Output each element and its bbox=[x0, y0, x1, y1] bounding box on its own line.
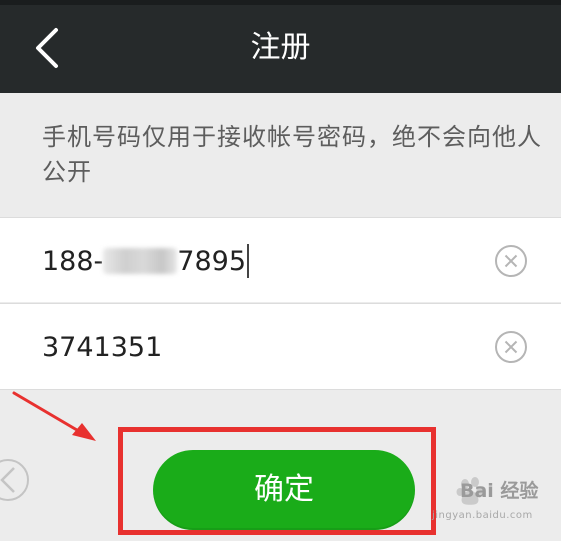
confirm-button[interactable]: 确定 bbox=[153, 450, 415, 530]
watermark-url: jingyan.baidu.com bbox=[432, 510, 533, 521]
text-cursor bbox=[247, 243, 249, 278]
side-back-circle-icon[interactable] bbox=[0, 455, 32, 505]
clear-phone-icon[interactable] bbox=[494, 244, 528, 278]
watermark-brand: Bai 经验 bbox=[460, 480, 539, 502]
phone-field[interactable]: 188- 7895 bbox=[0, 217, 561, 302]
code-value[interactable]: 3741351 bbox=[42, 304, 162, 389]
privacy-notice: 手机号码仅用于接收帐号密码，绝不会向他人公开 bbox=[42, 123, 542, 186]
clear-code-icon[interactable] bbox=[494, 330, 528, 364]
title-bar: 注册 bbox=[0, 0, 561, 93]
phone-redaction bbox=[103, 247, 178, 274]
annotation-arrow-icon bbox=[12, 391, 96, 441]
phone-prefix: 188- bbox=[42, 246, 104, 277]
phone-suffix: 7895 bbox=[177, 246, 246, 277]
phone-value[interactable]: 188- 7895 bbox=[42, 218, 249, 303]
code-field[interactable]: 3741351 bbox=[0, 303, 561, 390]
page-title: 注册 bbox=[250, 30, 311, 65]
